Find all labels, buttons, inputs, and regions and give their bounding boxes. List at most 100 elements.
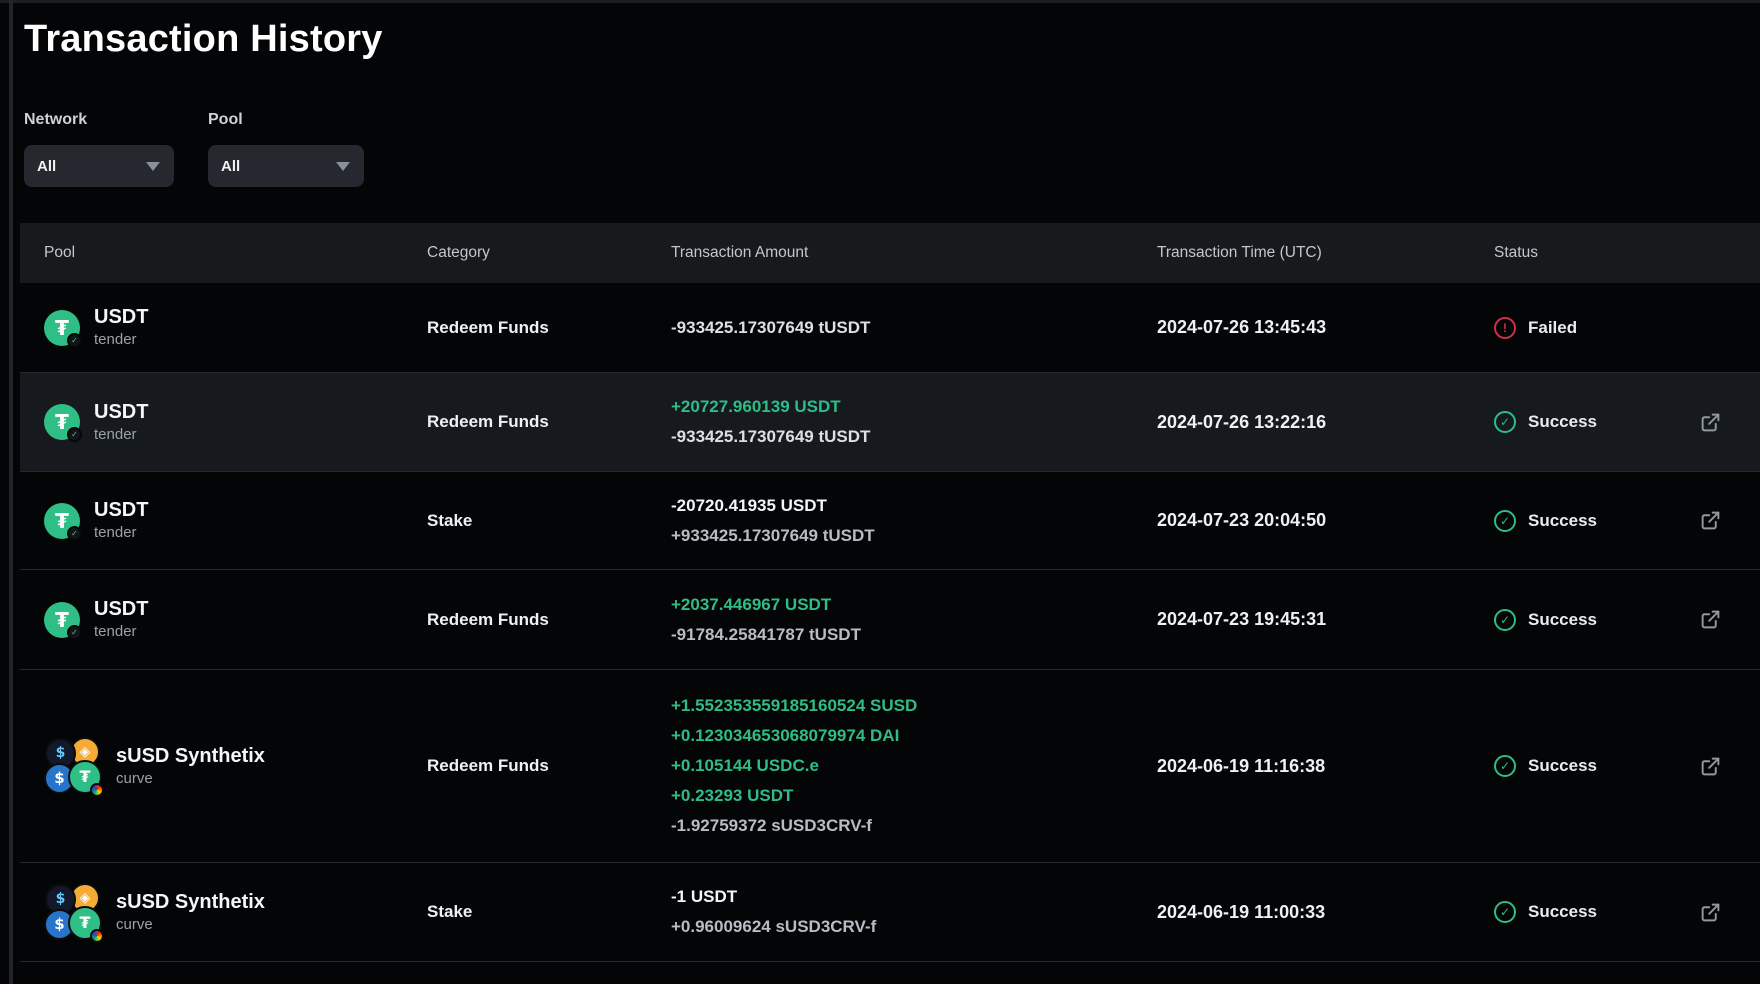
network-dropdown-value: All [37, 158, 56, 175]
status-label: Success [1528, 511, 1597, 531]
pool-dropdown-value: All [221, 158, 240, 175]
pool-platform: tender [94, 330, 148, 350]
amount-line: +1.552353559185160524 SUSD [671, 691, 1157, 721]
link-cell [1700, 510, 1760, 531]
link-cell [1700, 412, 1760, 433]
status-label: Success [1528, 610, 1597, 630]
status-cell: ✓ Success [1494, 755, 1700, 777]
status-cell: ✓ Success [1494, 510, 1700, 532]
verified-badge-icon: ✓ [67, 625, 82, 640]
time-cell: 2024-07-26 13:45:43 [1157, 317, 1494, 338]
tether-glyph-icon: ₮ [55, 509, 69, 533]
amount-line: +0.123034653068079974 DAI [671, 721, 1157, 751]
amount-line: +0.23293 USDT [671, 781, 1157, 811]
pool-platform: tender [94, 622, 148, 642]
tether-glyph-icon: ₮ [55, 316, 69, 340]
pool-platform: tender [94, 523, 148, 543]
pool-platform: tender [94, 425, 148, 445]
link-cell [1700, 756, 1760, 777]
category-cell: Redeem Funds [427, 610, 671, 630]
susd-synthetix-pool-icon: $ ◈ $ ₮ [44, 884, 102, 941]
status-label: Failed [1528, 318, 1577, 338]
pool-filter-label: Pool [208, 111, 364, 129]
column-header-amount: Transaction Amount [671, 244, 1157, 262]
tether-glyph-icon: ₮ [55, 608, 69, 632]
amount-line: -1.92759372 sUSD3CRV-f [671, 811, 1157, 841]
failed-icon: ! [1494, 317, 1516, 339]
category-cell: Redeem Funds [427, 412, 671, 432]
pool-cell: $ ◈ $ ₮ sUSD Synthetix curve [20, 884, 427, 941]
filters-bar: Network All Pool All [24, 111, 1760, 187]
amount-line: +0.96009624 sUSD3CRV-f [671, 912, 1157, 942]
category-cell: Stake [427, 902, 671, 922]
pool-name: USDT [94, 597, 148, 621]
amount-cell: +1.552353559185160524 SUSD +0.1230346530… [671, 691, 1157, 841]
external-link-icon[interactable] [1700, 510, 1721, 531]
table-row[interactable]: ₮ ✓ USDT tender Redeem Funds -933425.173… [20, 283, 1760, 373]
transaction-history-page: Transaction History Network All Pool All… [0, 0, 1760, 979]
column-header-pool: Pool [20, 244, 427, 262]
amount-line: -91784.25841787 tUSDT [671, 620, 1157, 650]
status-cell: ! Failed [1494, 317, 1700, 339]
pool-name: sUSD Synthetix [116, 890, 265, 914]
pool-dropdown[interactable]: All [208, 145, 364, 187]
amount-line: +0.105144 USDC.e [671, 751, 1157, 781]
column-header-status: Status [1494, 244, 1700, 262]
category-cell: Stake [427, 511, 671, 531]
table-row[interactable]: $ ◈ $ ₮ sUSD Synthetix curve Redeem Fund… [20, 670, 1760, 863]
status-cell: ✓ Success [1494, 609, 1700, 631]
table-row[interactable]: ₮ ✓ USDT tender Redeem Funds +20727.9601… [20, 373, 1760, 472]
network-dropdown[interactable]: All [24, 145, 174, 187]
table-header-row: Pool Category Transaction Amount Transac… [20, 223, 1760, 283]
success-icon: ✓ [1494, 609, 1516, 631]
link-cell [1700, 902, 1760, 923]
external-link-icon[interactable] [1700, 412, 1721, 433]
status-cell: ✓ Success [1494, 411, 1700, 433]
pool-cell: ₮ ✓ USDT tender [20, 400, 427, 445]
table-row[interactable]: ₮ ✓ USDT tender Redeem Funds +2037.44696… [20, 570, 1760, 670]
time-cell: 2024-07-23 19:45:31 [1157, 609, 1494, 630]
table-row[interactable]: $ ◈ $ ₮ sUSD Synthetix curve Stake -1 US… [20, 863, 1760, 962]
amount-cell: -20720.41935 USDT +933425.17307649 tUSDT [671, 491, 1157, 551]
network-filter: Network All [24, 111, 174, 187]
network-filter-label: Network [24, 111, 174, 129]
success-icon: ✓ [1494, 411, 1516, 433]
time-cell: 2024-07-26 13:22:16 [1157, 412, 1494, 433]
table-row[interactable]: ₮ ✓ USDT tender Stake -20720.41935 USDT … [20, 472, 1760, 570]
amount-line: -933425.17307649 tUSDT [671, 313, 1157, 343]
external-link-icon[interactable] [1700, 609, 1721, 630]
status-cell: ✓ Success [1494, 901, 1700, 923]
time-cell: 2024-07-23 20:04:50 [1157, 510, 1494, 531]
bottom-gap [20, 962, 1760, 979]
chevron-down-icon [336, 162, 350, 171]
external-link-icon[interactable] [1700, 756, 1721, 777]
usdt-coin-icon: ₮ ✓ [44, 503, 80, 539]
curve-badge-icon [90, 929, 104, 943]
amount-cell: -933425.17307649 tUSDT [671, 313, 1157, 343]
amount-line: +20727.960139 USDT [671, 392, 1157, 422]
column-header-category: Category [427, 244, 671, 262]
status-label: Success [1528, 412, 1597, 432]
amount-cell: -1 USDT +0.96009624 sUSD3CRV-f [671, 882, 1157, 942]
pool-cell: ₮ ✓ USDT tender [20, 305, 427, 350]
amount-cell: +2037.446967 USDT -91784.25841787 tUSDT [671, 590, 1157, 650]
verified-badge-icon: ✓ [67, 427, 82, 442]
amount-line: +933425.17307649 tUSDT [671, 521, 1157, 551]
pool-name: USDT [94, 400, 148, 424]
pool-name: USDT [94, 305, 148, 329]
pool-name: USDT [94, 498, 148, 522]
pool-cell: $ ◈ $ ₮ sUSD Synthetix curve [20, 738, 427, 795]
external-link-icon[interactable] [1700, 902, 1721, 923]
category-cell: Redeem Funds [427, 756, 671, 776]
transaction-table: Pool Category Transaction Amount Transac… [20, 223, 1760, 979]
status-label: Success [1528, 902, 1597, 922]
pool-cell: ₮ ✓ USDT tender [20, 597, 427, 642]
verified-badge-icon: ✓ [67, 526, 82, 541]
amount-line: -20720.41935 USDT [671, 491, 1157, 521]
success-icon: ✓ [1494, 901, 1516, 923]
time-cell: 2024-06-19 11:16:38 [1157, 756, 1494, 777]
amount-cell: +20727.960139 USDT -933425.17307649 tUSD… [671, 392, 1157, 452]
link-cell [1700, 609, 1760, 630]
amount-line: +2037.446967 USDT [671, 590, 1157, 620]
usdt-coin-icon: ₮ ✓ [44, 404, 80, 440]
